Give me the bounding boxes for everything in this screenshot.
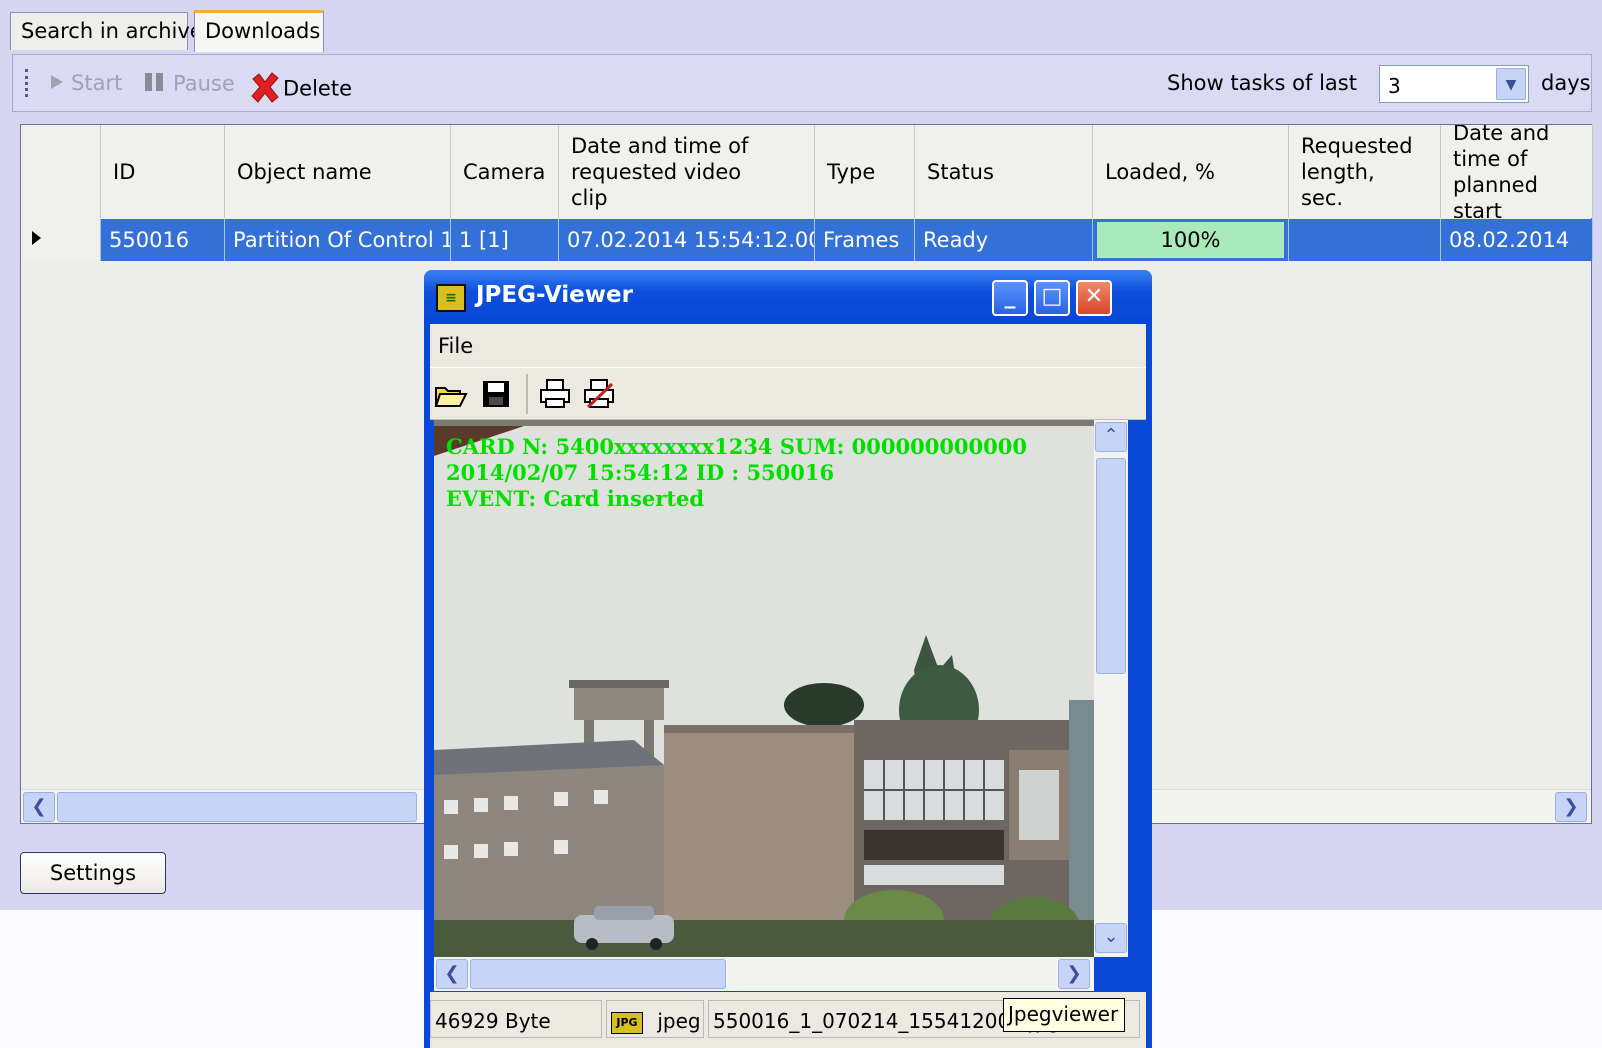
column-header-planned-start[interactable]: Date and time of planned start bbox=[1441, 125, 1593, 218]
minimize-icon[interactable]: _ bbox=[992, 280, 1028, 316]
save-disk-icon[interactable] bbox=[480, 378, 514, 410]
delete-x-icon bbox=[249, 71, 281, 108]
scroll-left-icon[interactable]: ❮ bbox=[23, 792, 55, 822]
osd-event-line: EVENT: Card inserted bbox=[446, 486, 705, 511]
days-combo[interactable]: 3 ▼ bbox=[1379, 65, 1529, 103]
scroll-right-icon[interactable]: ❯ bbox=[1555, 792, 1587, 822]
days-label: days bbox=[1541, 71, 1591, 95]
start-button[interactable]: Start bbox=[49, 71, 122, 96]
cell-loaded: 100% bbox=[1093, 219, 1289, 261]
viewer-menu-bar: File bbox=[430, 324, 1146, 368]
column-header-requested-length[interactable]: Requested length, sec. bbox=[1289, 125, 1441, 218]
status-format: JPG jpeg bbox=[606, 1000, 704, 1038]
column-header-camera[interactable]: Camera bbox=[451, 125, 559, 218]
tab-search-in-archive[interactable]: Search in archive bbox=[10, 12, 203, 50]
pause-button[interactable]: Pause bbox=[143, 71, 235, 98]
chevron-down-icon[interactable]: ▼ bbox=[1496, 68, 1526, 100]
loaded-progress-bar: 100% bbox=[1097, 222, 1284, 258]
scroll-left-icon[interactable]: ❮ bbox=[436, 959, 468, 989]
cell-planned-start: 08.02.2014 bbox=[1441, 219, 1593, 261]
toolbar-grip[interactable] bbox=[25, 69, 29, 97]
column-header-text: Status bbox=[927, 159, 994, 184]
cell-type: Frames bbox=[815, 219, 915, 261]
viewer-title: JPEG-Viewer bbox=[476, 282, 633, 308]
column-header-id[interactable]: ID bbox=[101, 125, 225, 218]
snapshot-image: CARD N: 5400xxxxxxxx1234 SUM: 0000000000… bbox=[434, 420, 1094, 957]
viewer-app-icon: ≡ bbox=[436, 284, 466, 312]
column-header-text: Date and time of requested video clip bbox=[571, 133, 749, 210]
show-tasks-label: Show tasks of last bbox=[1167, 71, 1357, 95]
pause-icon bbox=[143, 71, 167, 98]
row-pointer-icon bbox=[29, 228, 43, 252]
viewer-vscroll-thumb[interactable] bbox=[1096, 458, 1126, 674]
cell-object-name: Partition Of Control 1 bbox=[225, 219, 451, 261]
close-icon[interactable]: ✕ bbox=[1076, 280, 1112, 316]
scroll-down-icon[interactable]: ⌄ bbox=[1095, 923, 1127, 953]
row-header-corner bbox=[21, 125, 101, 218]
toolbar-separator bbox=[526, 374, 528, 414]
column-header-status[interactable]: Status bbox=[915, 125, 1093, 218]
osd-card-line: CARD N: 5400xxxxxxxx1234 SUM: 0000000000… bbox=[446, 434, 1027, 459]
menu-file[interactable]: File bbox=[438, 334, 473, 358]
viewer-vertical-scrollbar[interactable]: ⌃ ⌄ bbox=[1094, 420, 1128, 957]
tab-downloads[interactable]: Downloads bbox=[194, 10, 324, 52]
cell-datetime: 07.02.2014 15:54:12.000 bbox=[559, 219, 815, 261]
scroll-right-icon[interactable]: ❯ bbox=[1058, 959, 1090, 989]
pause-label: Pause bbox=[173, 71, 235, 96]
cell-status: Ready bbox=[915, 219, 1093, 261]
column-header-object-name[interactable]: Object name bbox=[225, 125, 451, 218]
column-header-type[interactable]: Type bbox=[815, 125, 915, 218]
column-header-text: Object name bbox=[237, 159, 372, 184]
cell-requested-length bbox=[1289, 219, 1441, 261]
settings-button[interactable]: Settings bbox=[20, 852, 166, 894]
days-value: 3 bbox=[1388, 74, 1401, 98]
start-label: Start bbox=[71, 71, 123, 95]
toolbar: Start Pause Delete Show tasks of last 3 … bbox=[12, 54, 1592, 112]
status-file-size: 46929 Byte bbox=[430, 1000, 602, 1038]
table-row[interactable]: 550016 Partition Of Control 1 1 [1] 07.0… bbox=[21, 219, 1593, 261]
print-icon[interactable] bbox=[538, 378, 572, 410]
cell-id: 550016 bbox=[101, 219, 225, 261]
column-header-text: Requested length, sec. bbox=[1301, 133, 1413, 210]
column-header-loaded[interactable]: Loaded, % bbox=[1093, 125, 1289, 218]
delete-label: Delete bbox=[283, 76, 352, 101]
print-setup-icon[interactable] bbox=[582, 378, 616, 410]
tooltip: Jpegviewer bbox=[1003, 998, 1125, 1032]
osd-datetime-line: 2014/02/07 15:54:12 ID : 550016 bbox=[446, 460, 835, 485]
jpeg-viewer-window: ≡ JPEG-Viewer _ □ ✕ File CARD N: 5400xxx… bbox=[424, 270, 1152, 1048]
column-header-text: Camera bbox=[463, 159, 546, 184]
column-header-text: Loaded, % bbox=[1105, 159, 1215, 184]
column-header-text: ID bbox=[113, 159, 136, 184]
column-header-text: Date and time of planned start bbox=[1453, 125, 1550, 218]
maximize-icon[interactable]: □ bbox=[1034, 280, 1070, 316]
cell-camera: 1 [1] bbox=[451, 219, 559, 261]
loaded-percent-text: 100% bbox=[1160, 228, 1221, 252]
open-folder-icon[interactable] bbox=[434, 378, 468, 410]
scroll-up-icon[interactable]: ⌃ bbox=[1095, 422, 1127, 452]
column-header-datetime[interactable]: Date and time of requested video clip bbox=[559, 125, 815, 218]
viewer-title-bar[interactable]: ≡ JPEG-Viewer _ □ ✕ bbox=[424, 270, 1152, 324]
status-format-text: jpeg bbox=[657, 1009, 701, 1033]
viewer-toolbar bbox=[430, 368, 1146, 420]
delete-button[interactable]: Delete bbox=[249, 71, 352, 108]
row-selector[interactable] bbox=[21, 219, 101, 261]
table-scroll-thumb[interactable] bbox=[57, 792, 417, 822]
viewer-hscroll-thumb[interactable] bbox=[470, 959, 726, 989]
viewer-horizontal-scrollbar[interactable]: ❮ ❯ bbox=[434, 957, 1094, 991]
jpeg-file-icon: JPG bbox=[611, 1011, 643, 1034]
play-icon bbox=[49, 72, 65, 96]
column-header-text: Type bbox=[827, 159, 876, 184]
